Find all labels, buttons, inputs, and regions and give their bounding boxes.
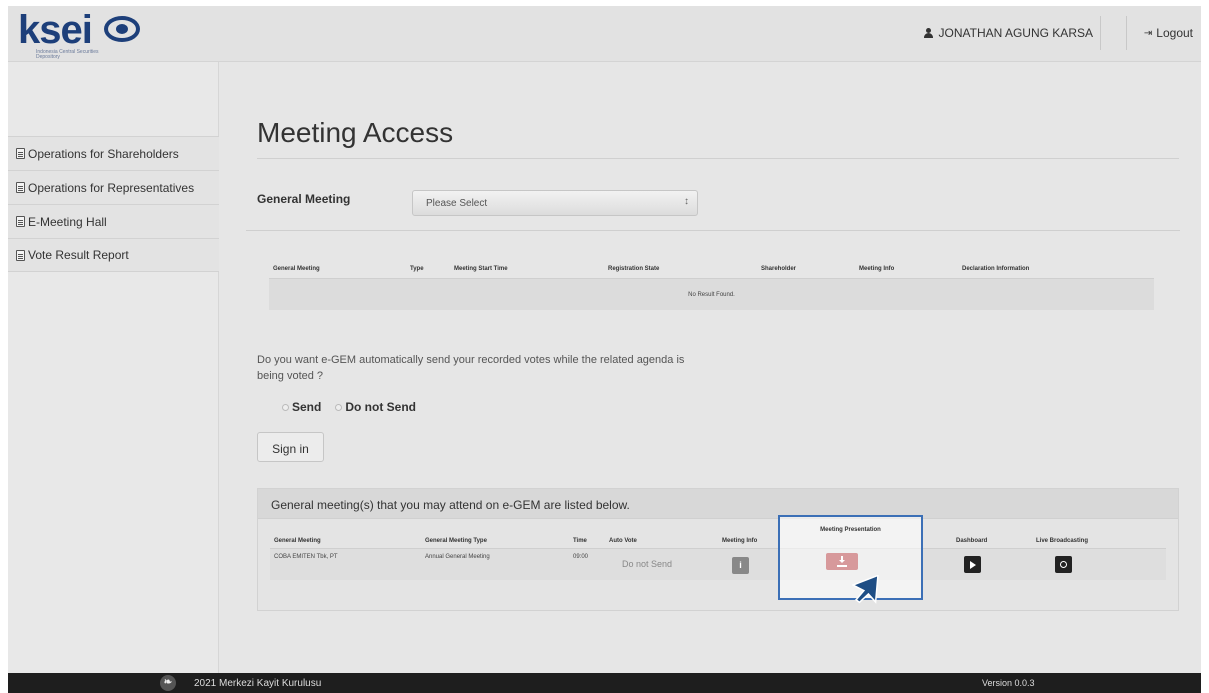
sidebar-item-operations-shareholders[interactable]: Operations for Shareholders (8, 136, 219, 170)
header-divider (1126, 16, 1127, 50)
radio-label: Do not Send (345, 400, 417, 414)
logo-subtitle: Indonesia Central Securities Depository (36, 49, 99, 60)
select-arrows-icon: ↕ (684, 196, 689, 207)
column-header: Registration State (608, 266, 660, 272)
general-meeting-select[interactable]: Please Select ↕ (412, 190, 698, 216)
page-title: Meeting Access (257, 117, 454, 148)
mkk-logo-icon: ❧ (160, 675, 176, 691)
cursor-arrow-icon (852, 575, 879, 604)
live-broadcasting-button[interactable] (1055, 556, 1072, 573)
title-divider (257, 158, 1179, 159)
auto-send-question: Do you want e-GEM automatically send you… (257, 354, 685, 382)
cell-meeting-type: Annual General Meeting (425, 554, 490, 560)
column-header: Time (573, 538, 587, 544)
meeting-table-header: General Meeting Type Meeting Start Time … (269, 262, 1154, 278)
column-header: Live Broadcasting (1036, 538, 1089, 544)
logout-button[interactable]: ⇥ Logout (1144, 26, 1193, 40)
section-divider (246, 230, 1180, 231)
document-icon (16, 216, 25, 227)
auto-send-radio-group: Send Do not Send (282, 400, 416, 414)
meeting-presentation-highlight: Meeting Presentation (778, 515, 923, 600)
radio-label: Send (292, 400, 322, 414)
sidebar-item-label: Vote Result Report (28, 248, 129, 262)
column-header: General Meeting (273, 266, 320, 272)
sidebar: Operations for Shareholders Operations f… (8, 62, 219, 673)
sidebar-item-operations-representatives[interactable]: Operations for Representatives (8, 170, 219, 204)
column-header: Meeting Info (722, 538, 758, 544)
logo-eye-icon (104, 16, 140, 42)
user-menu[interactable]: JONATHAN AGUNG KARSA (923, 26, 1093, 40)
ksei-logo[interactable]: ksei Indonesia Central Securities Deposi… (18, 10, 178, 62)
sign-in-button[interactable]: Sign in (257, 432, 324, 462)
user-name: JONATHAN AGUNG KARSA (938, 26, 1093, 40)
sidebar-item-e-meeting-hall[interactable]: E-Meeting Hall (8, 204, 219, 238)
select-value: Please Select (426, 198, 488, 209)
radio-do-not-send[interactable]: Do not Send (335, 400, 416, 414)
main-content: Meeting Access General Meeting Please Se… (220, 62, 1201, 673)
attendable-table-header: General Meeting General Meeting Type Tim… (270, 534, 1166, 548)
logout-label: Logout (1156, 26, 1193, 40)
top-header: ksei Indonesia Central Securities Deposi… (8, 6, 1201, 62)
dashboard-play-button[interactable] (964, 556, 981, 573)
version-text: Version 0.0.3 (982, 678, 1035, 688)
empty-table-message: No Result Found. (688, 292, 735, 298)
column-header: Meeting Start Time (454, 266, 508, 272)
header-divider (1100, 16, 1101, 50)
radio-circle[interactable] (282, 403, 289, 411)
sidebar-item-vote-result-report[interactable]: Vote Result Report (8, 238, 219, 272)
sidebar-item-label: Operations for Shareholders (28, 146, 179, 161)
user-icon (923, 28, 933, 38)
column-header: General Meeting (274, 538, 321, 544)
column-header: Meeting Presentation (820, 527, 881, 533)
general-meeting-label: General Meeting (257, 192, 351, 206)
document-icon (16, 182, 25, 193)
column-header: General Meeting Type (425, 538, 487, 544)
logout-icon: ⇥ (1143, 27, 1153, 39)
column-header: Dashboard (956, 538, 988, 544)
document-icon (16, 148, 25, 159)
footer: ❧ 2021 Merkezi Kayit Kurulusu Version 0.… (8, 673, 1201, 693)
sidebar-item-label: Operations for Representatives (28, 180, 195, 195)
column-header: Declaration Information (962, 266, 1030, 272)
cell-time: 09:00 (573, 554, 589, 560)
document-icon (16, 249, 25, 261)
column-header: Shareholder (761, 266, 797, 272)
cell-general-meeting: COBA EMITEN Tbk, PT (274, 554, 338, 560)
meeting-table-body: No Result Found. (269, 278, 1154, 310)
logo-text: ksei (18, 8, 93, 52)
meeting-info-button[interactable]: i (732, 557, 749, 574)
radio-circle[interactable] (335, 403, 343, 411)
copyright-text: 2021 Merkezi Kayit Kurulusu (194, 678, 322, 689)
column-header: Type (410, 266, 424, 272)
radio-send[interactable]: Send (282, 400, 321, 414)
panel-heading: General meeting(s) that you may attend o… (258, 489, 1178, 519)
sidebar-item-label: E-Meeting Hall (28, 214, 107, 229)
cell-auto-vote: Do not Send (622, 559, 673, 569)
table-row: COBA EMITEN Tbk, PT Annual General Meeti… (270, 548, 1166, 580)
attendable-meetings-panel: General meeting(s) that you may attend o… (257, 488, 1179, 611)
app-frame: ksei Indonesia Central Securities Deposi… (8, 6, 1201, 693)
column-header: Meeting Info (859, 266, 895, 272)
column-header: Auto Vote (609, 538, 637, 544)
